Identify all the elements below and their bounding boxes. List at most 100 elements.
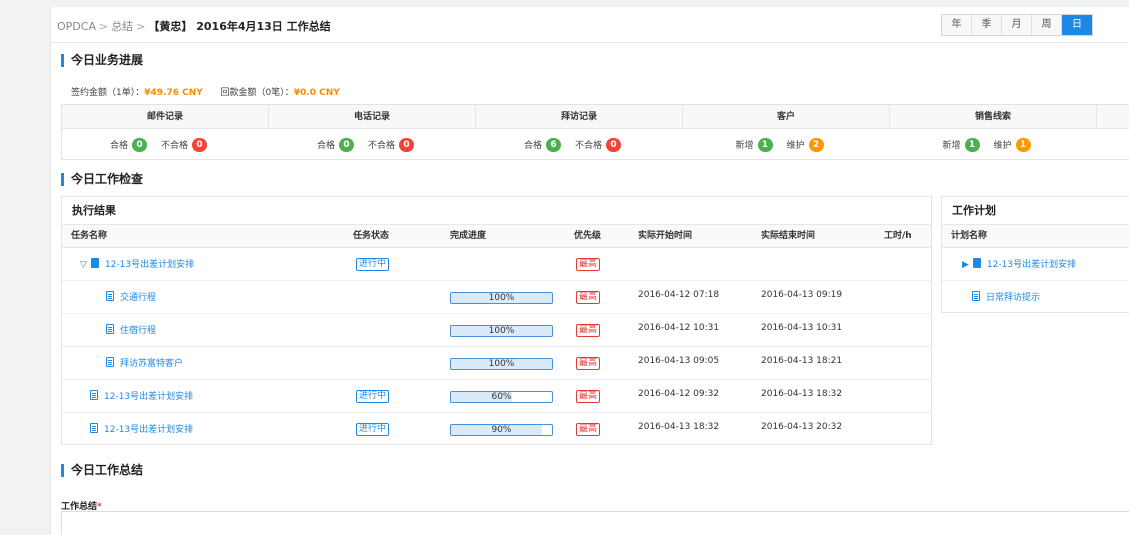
period-tab-day[interactable]: 日 <box>1062 15 1092 35</box>
stat-header-phone: 电话记录 <box>269 105 476 128</box>
breadcrumb-root[interactable]: OPDCA <box>57 20 96 33</box>
stat-count-badge[interactable]: 0 <box>339 137 354 152</box>
table-row[interactable]: 12-13号出差计划安排 进行中 60% 最高 2016-04-12 09:32 2016… <box>62 380 931 413</box>
stat-label: 合格 <box>316 141 335 151</box>
col-start-time: 实际开始时间 <box>638 231 693 241</box>
end-time: 2016-04-13 18:32 <box>761 389 843 399</box>
end-time: 2016-04-13 18:21 <box>761 356 843 366</box>
table-row[interactable]: 拜访苏富特客户 100% 最高 2016-04-13 09:05 2016-04-13 … <box>62 347 931 380</box>
section-title-business: 今日业务进展 <box>61 54 143 67</box>
plan-item[interactable]: ▶ 12-13号出差计划安排 <box>962 257 1076 270</box>
breadcrumb-separator: > <box>136 20 146 33</box>
plan-row[interactable]: ▶ 12-13号出差计划安排 <box>942 248 1129 281</box>
col-priority: 优先级 <box>574 231 602 241</box>
period-tab-year[interactable]: 年 <box>942 15 972 35</box>
progress-bar: 90% <box>450 424 553 436</box>
task-name-cell[interactable]: 交通行程 <box>106 290 156 303</box>
plan-item[interactable]: 日常拜访提示 <box>972 290 1040 303</box>
plan-row[interactable]: 日常拜访提示 <box>942 281 1129 314</box>
work-plan-title: 工作计划 <box>942 197 1129 225</box>
work-plan-panel: 工作计划 计划名称 ▶ 12-13号出差计划安排 日常拜访提示 <box>941 196 1129 313</box>
progress-text: 60% <box>491 392 512 402</box>
progress-text: 100% <box>488 326 515 336</box>
table-row[interactable]: 交通行程 100% 最高 2016-04-12 07:18 2016-04-13 09:… <box>62 281 931 314</box>
task-name-cell[interactable]: 12-13号出差计划安排 <box>90 389 193 402</box>
exec-results-panel: 执行结果 任务名称 任务状态 完成进度 优先级 实际开始时间 实际结束时间 工时… <box>61 196 932 445</box>
task-name[interactable]: 12-13号出差计划安排 <box>104 392 193 402</box>
stat-count-badge[interactable]: 0 <box>192 137 208 152</box>
col-progress: 完成进度 <box>450 231 487 241</box>
breadcrumb: OPDCA > 总结 > 【黄忠】 2016年4月13日 工作总结 <box>57 18 331 34</box>
period-switcher: 年 季 月 周 日 <box>941 14 1093 36</box>
stat-count-badge[interactable]: 2 <box>808 137 824 152</box>
stat-label: 不合格 <box>368 141 396 151</box>
stat-header-customer: 客户 <box>683 105 890 128</box>
amount-summary: 签约金额（1单）：¥49.76 CNY 回款金额（0笔）：¥0.0 CNY <box>71 85 340 98</box>
sign-amount-label: 签约金额（1单）： <box>71 88 145 98</box>
document-icon <box>106 324 114 334</box>
stat-cell-leads: 新增 1 维护 1 <box>890 129 1097 160</box>
plan-item-name[interactable]: 12-13号出差计划安排 <box>987 260 1076 270</box>
expand-right-icon[interactable]: ▶ <box>962 260 969 270</box>
stat-count-badge[interactable]: 0 <box>606 137 622 152</box>
stat-count-badge[interactable]: 0 <box>399 137 415 152</box>
period-tab-month[interactable]: 月 <box>1002 15 1032 35</box>
table-row[interactable]: 住宿行程 100% 最高 2016-04-12 10:31 2016-04-13 10:… <box>62 314 931 347</box>
sign-amount-value: ¥49.76 CNY <box>144 88 203 98</box>
breadcrumb-separator: > <box>98 20 109 33</box>
payback-amount-value: ¥0.0 CNY <box>293 88 340 98</box>
progress-bar: 100% <box>450 358 553 370</box>
document-icon <box>106 357 114 367</box>
progress-text: 100% <box>488 293 515 303</box>
business-stats-body: 合格 0 不合格 0 合格 0 不合格 0 合格 6 不合格 0 新增 1 维护 2 新增 1 维… <box>62 129 1129 160</box>
stat-label: 新增 <box>942 141 961 151</box>
task-name-cell[interactable]: 拜访苏富特客户 <box>106 356 183 369</box>
summary-textarea[interactable] <box>61 511 1129 535</box>
task-name[interactable]: 交通行程 <box>120 293 156 303</box>
breadcrumb-level1[interactable]: 总结 <box>111 20 133 33</box>
stat-count-badge[interactable]: 1 <box>1015 137 1031 152</box>
task-name[interactable]: 住宿行程 <box>120 326 156 336</box>
exec-results-title: 执行结果 <box>62 197 931 225</box>
priority-badge: 最高 <box>576 291 601 304</box>
task-name-cell[interactable]: 住宿行程 <box>106 323 156 336</box>
section-title-summary: 今日工作总结 <box>61 464 143 477</box>
progress-bar: 100% <box>450 292 553 304</box>
task-name-cell[interactable]: 12-13号出差计划安排 <box>90 422 193 435</box>
table-row[interactable]: 12-13号出差计划安排 进行中 90% 最高 2016-04-13 18:32 2016… <box>62 413 931 446</box>
status-badge: 进行中 <box>356 258 390 271</box>
stat-cell-customer: 新增 1 维护 2 <box>683 129 890 160</box>
stat-count-badge[interactable]: 1 <box>964 137 980 152</box>
end-time: 2016-04-13 09:19 <box>761 290 843 300</box>
period-tab-week[interactable]: 周 <box>1032 15 1062 35</box>
payback-amount-label: 回款金额（0笔）： <box>220 88 294 98</box>
stat-count-badge[interactable]: 0 <box>132 137 147 152</box>
stat-count-badge[interactable]: 1 <box>757 137 773 152</box>
progress-text: 90% <box>491 425 512 435</box>
task-name-cell[interactable]: ▽ 12-13号出差计划安排 <box>80 257 194 270</box>
stat-label: 合格 <box>109 141 128 151</box>
status-badge: 进行中 <box>356 423 390 436</box>
table-row[interactable]: ▽ 12-13号出差计划安排 进行中 最高 <box>62 248 931 281</box>
period-tab-quarter[interactable]: 季 <box>972 15 1002 35</box>
priority-badge: 最高 <box>576 390 601 403</box>
business-stats-header: 邮件记录 电话记录 拜访记录 客户 销售线索 <box>62 105 1129 129</box>
stat-label: 合格 <box>523 141 542 151</box>
plan-item-name[interactable]: 日常拜访提示 <box>986 293 1040 303</box>
priority-badge: 最高 <box>576 423 601 436</box>
stat-header-leads: 销售线索 <box>890 105 1097 128</box>
task-name[interactable]: 12-13号出差计划安排 <box>104 425 193 435</box>
status-badge: 进行中 <box>356 390 390 403</box>
priority-badge: 最高 <box>576 324 601 337</box>
start-time: 2016-04-12 07:18 <box>638 290 720 300</box>
stat-label: 新增 <box>735 141 754 151</box>
progress-bar: 100% <box>450 325 553 337</box>
priority-badge: 最高 <box>576 357 601 370</box>
task-name[interactable]: 拜访苏富特客户 <box>120 359 183 369</box>
expand-down-icon[interactable]: ▽ <box>80 260 87 270</box>
priority-badge: 最高 <box>576 258 601 271</box>
top-bar: OPDCA > 总结 > 【黄忠】 2016年4月13日 工作总结 年 季 月 周 日 <box>51 7 1129 43</box>
task-name[interactable]: 12-13号出差计划安排 <box>105 260 194 270</box>
business-stats-table: 邮件记录 电话记录 拜访记录 客户 销售线索 合格 0 不合格 0 合格 0 不合格 0… <box>61 104 1129 160</box>
stat-count-badge[interactable]: 6 <box>546 137 561 152</box>
